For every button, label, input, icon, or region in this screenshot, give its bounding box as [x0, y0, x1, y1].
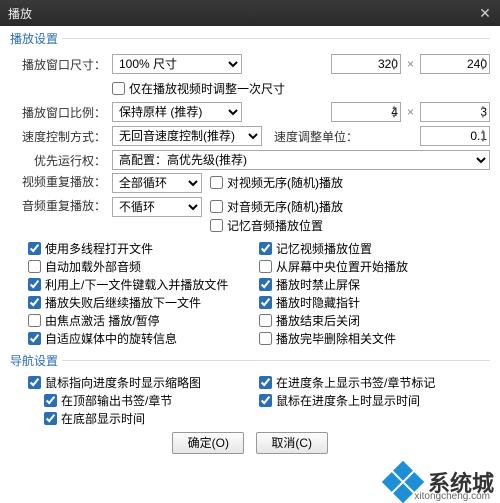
spinner-icon[interactable]: ▲▼: [477, 103, 489, 121]
rotate-info-checkbox[interactable]: 自适应媒体中的旋转信息: [28, 330, 259, 347]
video-repeat-select[interactable]: 全部循环: [112, 173, 202, 193]
win-size-label: 播放窗口尺寸：: [10, 56, 112, 73]
nav-legend: 导航设置: [10, 352, 62, 369]
time-on-bar-checkbox[interactable]: 鼠标在进度条上时显示时间: [259, 392, 490, 409]
bookmarks-top-checkbox[interactable]: 在顶部输出书签/章节: [44, 392, 259, 409]
playback-legend: 播放设置: [10, 30, 62, 47]
close-after-checkbox[interactable]: 播放结束后关闭: [259, 312, 490, 329]
prev-next-open-checkbox[interactable]: 利用上/下一文件键载入并播放文件: [28, 276, 259, 293]
nav-group: 导航设置 鼠标指向进度条时显示缩略图 在顶部输出书签/章节 在底部显示时间 在进…: [10, 352, 490, 428]
close-button[interactable]: ✕: [470, 0, 500, 26]
only-adjust-once-checkbox[interactable]: 仅在播放视频时调整一次尺寸: [112, 80, 285, 97]
video-random-checkbox[interactable]: 对视频无序(随机)播放: [210, 174, 343, 191]
del-related-checkbox[interactable]: 播放完毕删除相关文件: [259, 330, 490, 347]
button-bar: 确定(O) 取消(C): [10, 432, 490, 454]
thumb-on-progress-checkbox[interactable]: 鼠标指向进度条时显示缩略图: [28, 374, 259, 391]
title-bar: 播放 ✕: [0, 0, 500, 26]
time-bottom-checkbox[interactable]: 在底部显示时间: [44, 410, 259, 427]
video-repeat-label: 视频重复播放：: [10, 173, 112, 190]
bookmarks-on-bar-checkbox[interactable]: 在进度条上显示书签/章节标记: [259, 374, 490, 391]
speed-unit-label: 速度调整单位：: [274, 128, 358, 145]
audio-repeat-select[interactable]: 不循环: [112, 197, 202, 217]
focus-activate-checkbox[interactable]: 由焦点激活 播放/暂停: [28, 312, 259, 329]
remember-audio-pos-checkbox[interactable]: 记忆音频播放位置: [210, 217, 343, 234]
ok-button[interactable]: 确定(O): [172, 432, 244, 454]
spinner-icon[interactable]: ▲▼: [477, 127, 489, 145]
audio-repeat-label: 音频重复播放：: [10, 197, 112, 214]
multithread-checkbox[interactable]: 使用多线程打开文件: [28, 240, 259, 257]
speed-ctrl-label: 速度控制方式：: [10, 128, 112, 145]
priority-label: 优先运行权：: [10, 152, 112, 169]
close-icon: ✕: [479, 5, 491, 22]
hide-cursor-checkbox[interactable]: 播放时隐藏指针: [259, 294, 490, 311]
checkbox-input[interactable]: [112, 82, 125, 95]
priority-select[interactable]: 高配置：高优先级(推荐): [112, 150, 490, 170]
spinner-icon[interactable]: ▲▼: [388, 103, 400, 121]
fail-next-checkbox[interactable]: 播放失败后继续播放下一文件: [28, 294, 259, 311]
win-size-select[interactable]: 100% 尺寸: [112, 54, 242, 74]
cancel-button[interactable]: 取消(C): [256, 432, 328, 454]
window-title: 播放: [8, 5, 32, 22]
playback-group: 播放设置 播放窗口尺寸： 100% 尺寸 ▲▼ × ▲▼ 仅在播放视频时调整一次…: [10, 30, 490, 348]
spinner-icon[interactable]: ▲▼: [477, 55, 489, 73]
spinner-icon[interactable]: ▲▼: [388, 55, 400, 73]
dialog-content: 播放设置 播放窗口尺寸： 100% 尺寸 ▲▼ × ▲▼ 仅在播放视频时调整一次…: [0, 26, 500, 454]
speed-ctrl-select[interactable]: 无回音速度控制(推荐): [112, 126, 262, 146]
win-ratio-select[interactable]: 保持原样 (推荐): [112, 102, 242, 122]
watermark-url: xitongcheng.com: [414, 491, 490, 502]
audio-random-checkbox[interactable]: 对音频无序(随机)播放: [210, 198, 343, 215]
remember-video-pos-checkbox[interactable]: 记忆视频播放位置: [259, 240, 490, 257]
win-ratio-label: 播放窗口比例：: [10, 104, 112, 121]
dimension-x-label: ×: [407, 57, 414, 71]
auto-load-ext-audio-checkbox[interactable]: 自动加载外部音频: [28, 258, 259, 275]
start-center-checkbox[interactable]: 从屏幕中央位置开始播放: [259, 258, 490, 275]
dimension-x-label: ×: [407, 105, 414, 119]
disable-ss-checkbox[interactable]: 播放时禁止屏保: [259, 276, 490, 293]
